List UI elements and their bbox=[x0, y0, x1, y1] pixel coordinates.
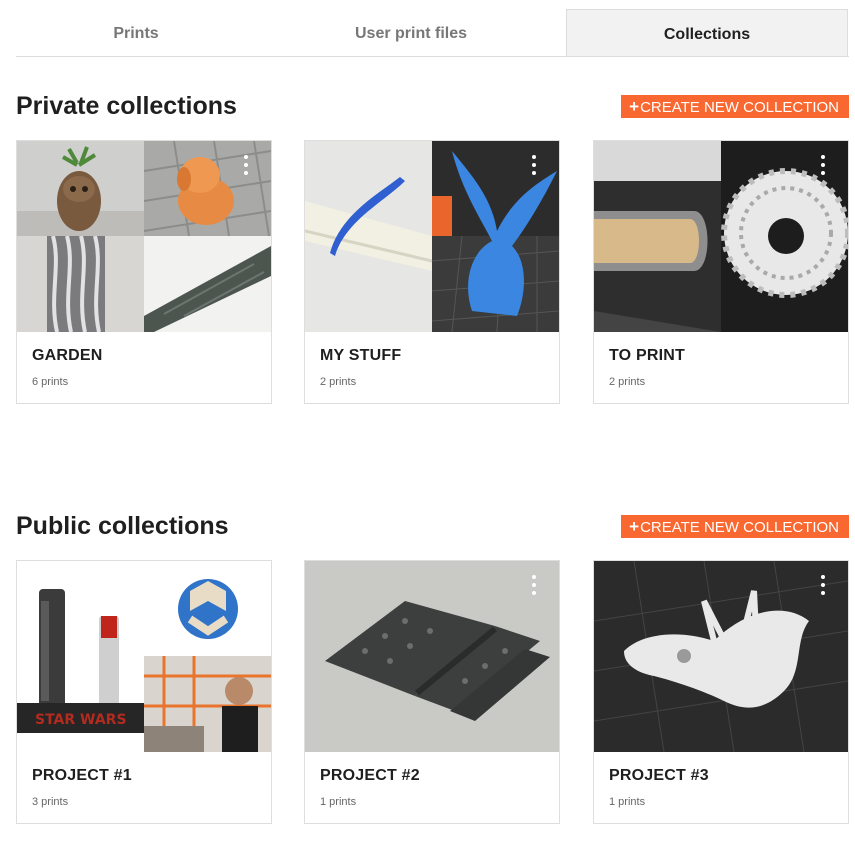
collection-thumbnail bbox=[17, 141, 271, 332]
orange-dog-image bbox=[144, 141, 271, 236]
collection-thumbnail bbox=[305, 141, 559, 332]
create-button-label: CREATE NEW COLLECTION bbox=[640, 99, 839, 116]
plus-icon: + bbox=[629, 517, 640, 536]
create-public-collection-button[interactable]: +CREATE NEW COLLECTION bbox=[621, 515, 849, 538]
silver-vase-image bbox=[17, 236, 144, 332]
collection-print-count: 1 prints bbox=[320, 796, 357, 808]
public-collections-title: Public collections bbox=[16, 512, 229, 540]
blue-cable-tie-image bbox=[305, 141, 432, 332]
kebab-menu-icon[interactable] bbox=[529, 155, 539, 175]
collection-thumbnail bbox=[305, 561, 559, 752]
kebab-menu-icon[interactable] bbox=[241, 155, 251, 175]
blue-dragon-image bbox=[432, 141, 559, 332]
collection-print-count: 6 prints bbox=[32, 376, 69, 388]
collection-card-project-3[interactable]: PROJECT #3 1 prints bbox=[593, 560, 849, 824]
private-collections-title: Private collections bbox=[16, 92, 237, 120]
collection-name: PROJECT #3 bbox=[609, 767, 709, 784]
collection-print-count: 2 prints bbox=[320, 376, 357, 388]
collection-card-project-1[interactable]: STAR WARS PROJECT #1 3 prints bbox=[16, 560, 272, 824]
collection-card-project-2[interactable]: PROJECT #2 1 prints bbox=[304, 560, 560, 824]
kebab-menu-icon[interactable] bbox=[818, 575, 828, 595]
groot-pot-image bbox=[17, 141, 144, 236]
collection-print-count: 1 prints bbox=[609, 796, 646, 808]
collection-name: GARDEN bbox=[32, 347, 103, 364]
create-button-label: CREATE NEW COLLECTION bbox=[640, 519, 839, 536]
collection-print-count: 2 prints bbox=[609, 376, 646, 388]
collection-thumbnail bbox=[594, 141, 848, 332]
kebab-menu-icon[interactable] bbox=[241, 575, 251, 595]
workshop-photo-image bbox=[144, 656, 271, 752]
plus-icon: + bbox=[629, 97, 640, 116]
tab-user-print-files[interactable]: User print files bbox=[291, 9, 531, 56]
lightsaber-image: STAR WARS bbox=[17, 561, 144, 752]
triceratops-skull-image bbox=[594, 561, 848, 752]
collection-name: PROJECT #2 bbox=[320, 767, 420, 784]
collection-thumbnail: STAR WARS bbox=[17, 561, 271, 752]
tab-prints[interactable]: Prints bbox=[16, 9, 256, 56]
collection-name: TO PRINT bbox=[609, 347, 685, 364]
collection-thumbnail bbox=[594, 561, 848, 752]
white-lattice-image bbox=[721, 141, 848, 332]
collection-card-my-stuff[interactable]: MY STUFF 2 prints bbox=[304, 140, 560, 404]
collection-name: PROJECT #1 bbox=[32, 767, 132, 784]
shelf-bracket-image bbox=[594, 141, 721, 332]
kebab-menu-icon[interactable] bbox=[529, 575, 539, 595]
create-private-collection-button[interactable]: +CREATE NEW COLLECTION bbox=[621, 95, 849, 118]
kebab-menu-icon[interactable] bbox=[818, 155, 828, 175]
svg-text:STAR WARS: STAR WARS bbox=[35, 712, 127, 728]
collection-card-garden[interactable]: GARDEN 6 prints bbox=[16, 140, 272, 404]
tab-bar: Prints User print files Collections bbox=[16, 9, 849, 57]
braided-strap-image bbox=[144, 236, 271, 332]
tab-collections[interactable]: Collections bbox=[566, 9, 848, 56]
collection-print-count: 3 prints bbox=[32, 796, 69, 808]
collection-name: MY STUFF bbox=[320, 347, 402, 364]
collection-card-to-print[interactable]: TO PRINT 2 prints bbox=[593, 140, 849, 404]
hinges-image bbox=[305, 561, 559, 752]
blue-puzzle-ball-image bbox=[144, 561, 271, 656]
